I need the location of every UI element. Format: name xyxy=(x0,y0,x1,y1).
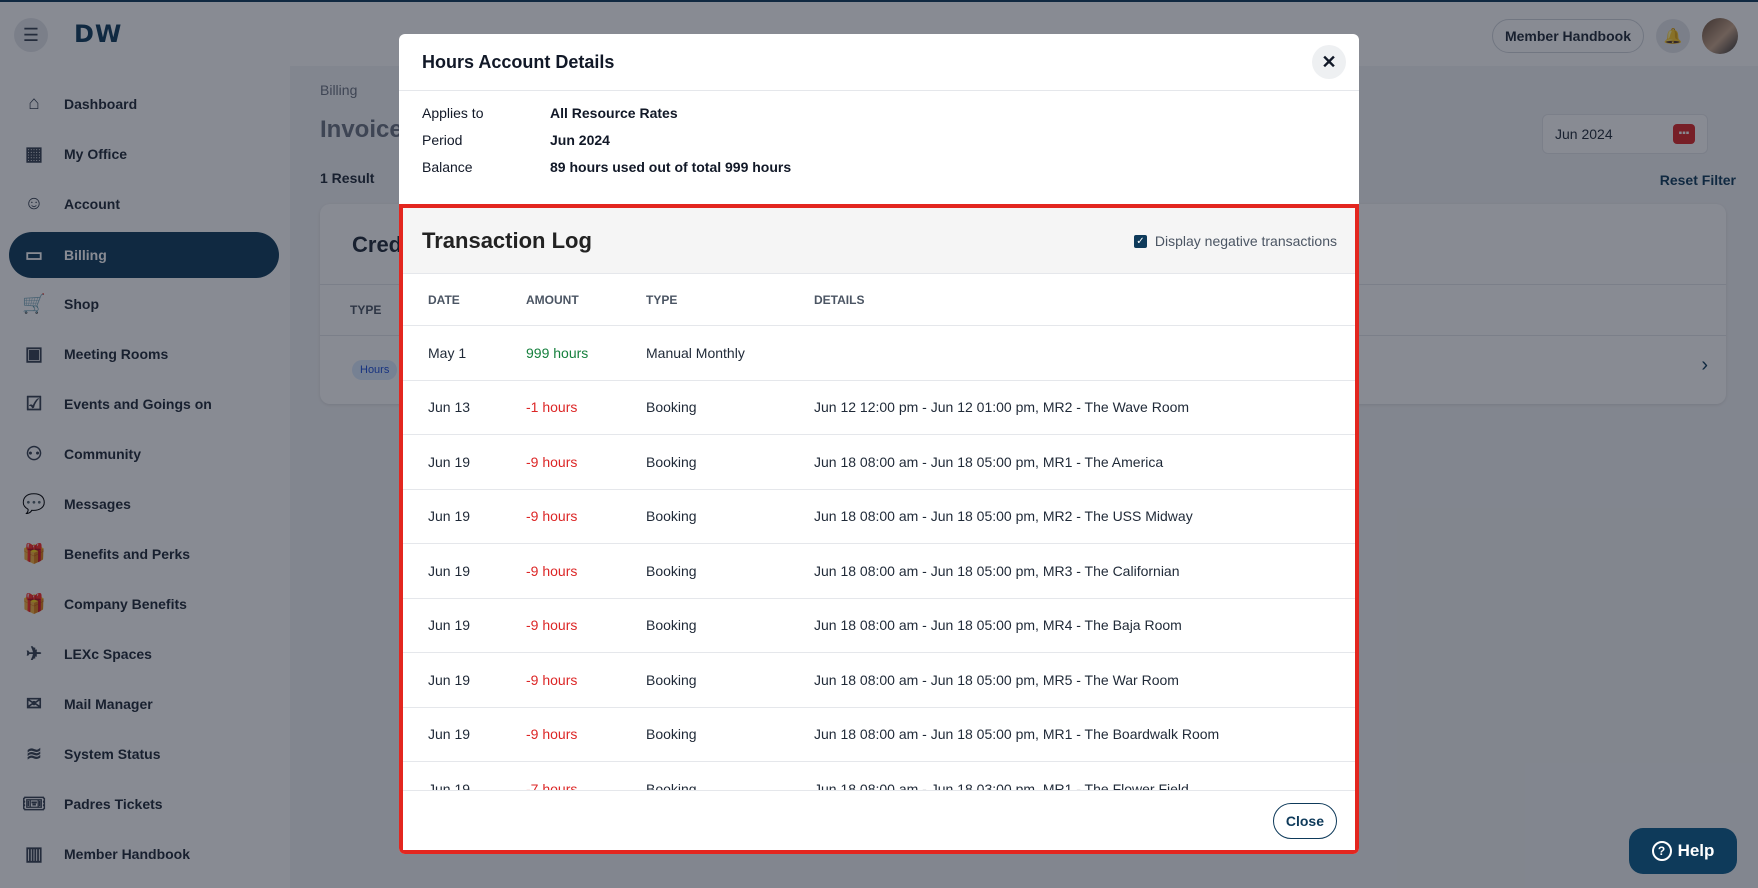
row-amount: -9 hours xyxy=(526,453,578,470)
close-button[interactable]: Close xyxy=(1272,803,1337,839)
negative-transactions-label: Display negative transactions xyxy=(1154,233,1337,249)
row-amount: -9 hours xyxy=(526,508,578,525)
balance-value: 89 hours used out of total 999 hours xyxy=(550,159,792,175)
table-row: Jun 19 -9 hours Booking Jun 18 08:00 am … xyxy=(403,653,1355,708)
modal-header: Hours Account Details ✕ xyxy=(399,34,1359,91)
row-type: Booking xyxy=(646,399,697,416)
help-label: Help xyxy=(1677,841,1715,860)
close-icon[interactable]: ✕ xyxy=(1312,45,1346,79)
row-date: Jun 13 xyxy=(428,399,471,416)
row-amount: 999 hours xyxy=(526,344,589,361)
transaction-log-header: Transaction Log ✓ Display negative trans… xyxy=(403,208,1355,274)
row-details: Jun 18 08:00 am - Jun 18 05:00 pm, MR1 -… xyxy=(814,453,1164,470)
table-row: Jun 19 -9 hours Booking Jun 18 08:00 am … xyxy=(403,708,1355,762)
row-type: Booking xyxy=(646,453,697,470)
row-amount: -9 hours xyxy=(526,617,578,634)
applies-to-label: Applies to xyxy=(422,105,484,121)
row-details: Jun 18 08:00 am - Jun 18 05:00 pm, MR1 -… xyxy=(814,726,1220,743)
transaction-log-title: Transaction Log xyxy=(422,228,592,253)
row-date: Jun 19 xyxy=(428,508,471,525)
applies-to-row: Applies to All Resource Rates xyxy=(422,105,678,121)
column-amount: AMOUNT xyxy=(526,292,579,307)
row-type: Booking xyxy=(646,562,697,579)
table-row: Jun 19 -9 hours Booking Jun 18 08:00 am … xyxy=(403,490,1355,544)
table-row: Jun 13 -1 hours Booking Jun 12 12:00 pm … xyxy=(403,381,1355,435)
row-date: Jun 19 xyxy=(428,726,471,743)
row-amount: -1 hours xyxy=(526,399,578,416)
row-details: Jun 18 08:00 am - Jun 18 05:00 pm, MR4 -… xyxy=(814,617,1182,634)
column-date: DATE xyxy=(428,292,460,307)
negative-transactions-toggle[interactable]: ✓ Display negative transactions xyxy=(1133,233,1337,249)
column-type: TYPE xyxy=(646,292,678,307)
table-row: May 1 999 hours Manual Monthly xyxy=(403,326,1355,381)
row-date: May 1 xyxy=(428,344,467,361)
period-label: Period xyxy=(422,132,463,148)
row-type: Booking xyxy=(646,671,697,688)
modal-title: Hours Account Details xyxy=(422,52,615,72)
account-info: Applies to All Resource Rates Period Jun… xyxy=(399,91,1359,204)
period-value: Jun 2024 xyxy=(550,132,610,148)
transaction-log: Transaction Log ✓ Display negative trans… xyxy=(399,204,1359,854)
row-date: Jun 19 xyxy=(428,617,471,634)
period-row: Period Jun 2024 xyxy=(422,132,610,148)
applies-to-value: All Resource Rates xyxy=(550,105,678,121)
question-icon: ? xyxy=(1651,841,1672,861)
row-type: Booking xyxy=(646,726,697,743)
row-type: Manual Monthly xyxy=(646,344,745,361)
row-date: Jun 19 xyxy=(428,671,471,688)
table-header-row: DATE AMOUNT TYPE DETAILS xyxy=(403,274,1355,326)
table-row: Jun 19 -9 hours Booking Jun 18 08:00 am … xyxy=(403,435,1355,490)
row-amount: -9 hours xyxy=(526,562,578,579)
balance-row: Balance 89 hours used out of total 999 h… xyxy=(422,159,791,175)
table-row: Jun 19 -9 hours Booking Jun 18 08:00 am … xyxy=(403,599,1355,653)
help-button[interactable]: ? Help xyxy=(1629,828,1737,874)
row-details: Jun 12 12:00 pm - Jun 12 01:00 pm, MR2 -… xyxy=(814,399,1190,416)
row-details: Jun 18 08:00 am - Jun 18 05:00 pm, MR2 -… xyxy=(814,508,1193,525)
row-details: Jun 18 08:00 am - Jun 18 05:00 pm, MR5 -… xyxy=(814,671,1179,688)
row-type: Booking xyxy=(646,508,697,525)
column-details: DETAILS xyxy=(814,292,865,307)
transaction-table[interactable]: DATE AMOUNT TYPE DETAILS May 1 999 hours… xyxy=(403,274,1355,794)
row-amount: -9 hours xyxy=(526,726,578,743)
balance-label: Balance xyxy=(422,159,473,175)
row-date: Jun 19 xyxy=(428,562,471,579)
row-details: Jun 18 08:00 am - Jun 18 05:00 pm, MR3 -… xyxy=(814,562,1180,579)
row-date: Jun 19 xyxy=(428,453,471,470)
row-amount: -9 hours xyxy=(526,671,578,688)
checkbox-checked-icon[interactable]: ✓ xyxy=(1133,234,1147,248)
modal-footer: Close xyxy=(403,790,1355,850)
table-row: Jun 19 -9 hours Booking Jun 18 08:00 am … xyxy=(403,544,1355,599)
row-type: Booking xyxy=(646,617,697,634)
hours-account-modal: Hours Account Details ✕ Applies to All R… xyxy=(399,34,1359,854)
